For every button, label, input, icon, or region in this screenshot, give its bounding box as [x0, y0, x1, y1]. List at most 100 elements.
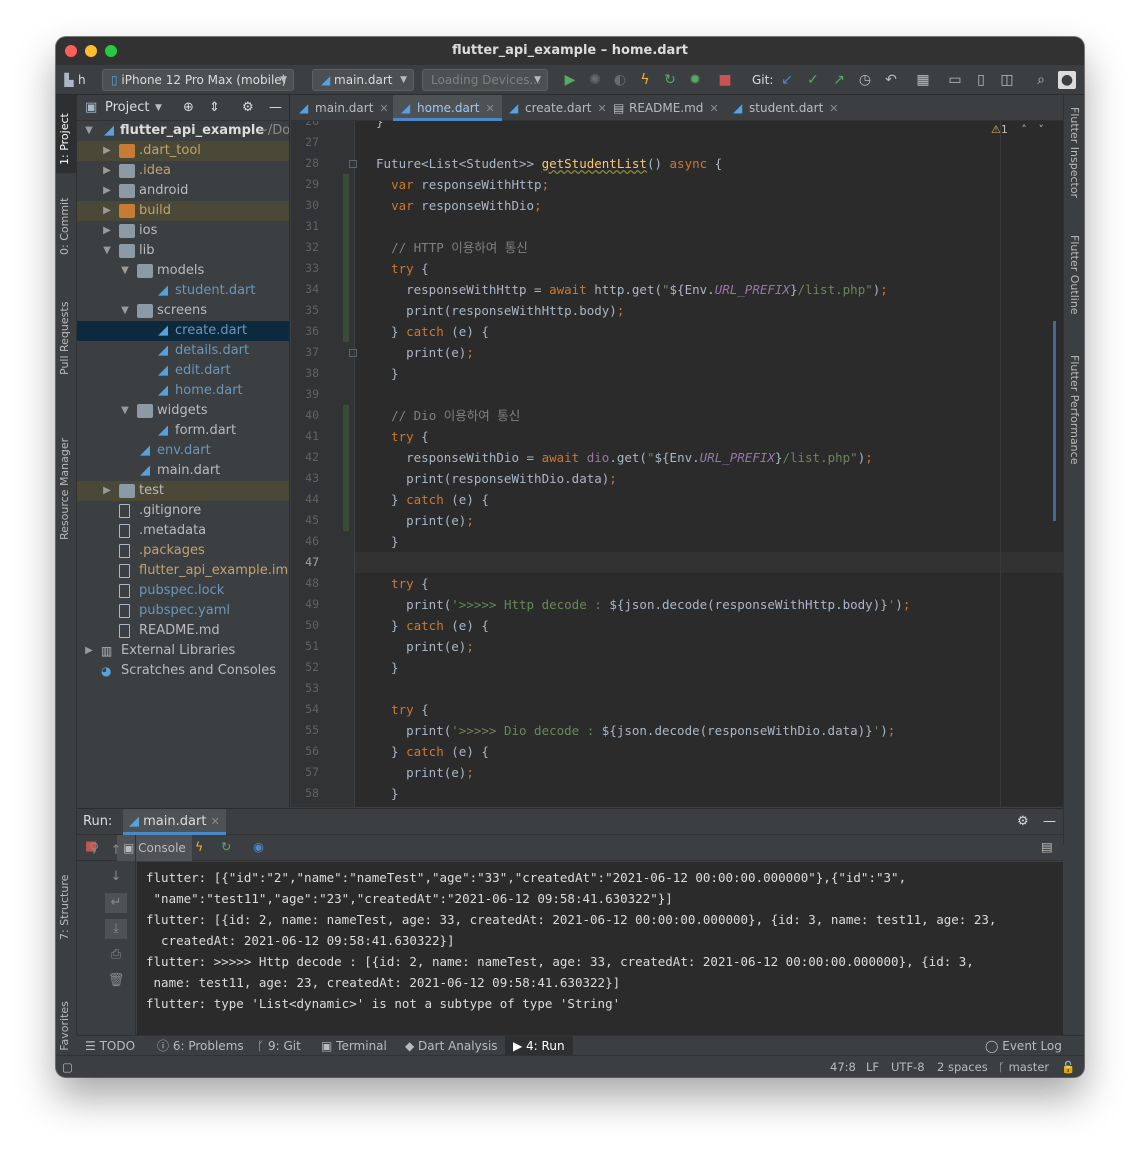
gear-icon[interactable]: ⚙ [242, 95, 254, 121]
stripe-flutter-performance[interactable]: Flutter Performance [1068, 355, 1081, 464]
editor-tab[interactable]: ▤ README.md ✕ [605, 95, 726, 121]
code-line[interactable]: try { [376, 699, 1056, 720]
file-encoding[interactable]: UTF-8 [891, 1056, 925, 1077]
code-line[interactable] [376, 216, 1056, 237]
code-line[interactable]: Future<List<Student>> getStudentList() a… [376, 153, 1056, 174]
minimize-window-button[interactable] [85, 45, 97, 57]
tree-item[interactable]: ▼ models [77, 261, 289, 281]
chevron-down-icon[interactable]: ▼ [119, 261, 131, 281]
code-line[interactable]: print(e); [376, 762, 1056, 783]
tree-item[interactable]: ▶ .idea [77, 161, 289, 181]
close-window-button[interactable] [65, 45, 77, 57]
tree-item[interactable]: ◢ edit.dart [77, 361, 289, 381]
print-icon[interactable]: ⎙ [105, 945, 127, 965]
code-line[interactable]: // Dio 이용하여 통신 [376, 405, 1056, 426]
tree-item[interactable]: README.md [77, 621, 289, 641]
fold-marker-icon[interactable] [349, 349, 357, 357]
editor-tab[interactable]: ◢ home.dart ✕ [393, 95, 503, 121]
code-line[interactable]: try { [376, 426, 1056, 447]
code-editor[interactable]: 26 27 28 29 30 31 32 33 34 35 36 37 38 39 40 41 42 43 44 45… [291, 121, 1063, 807]
close-icon[interactable]: ✕ [211, 815, 220, 828]
close-icon[interactable]: ✕ [829, 102, 838, 115]
editor-tab[interactable]: ◢ main.dart ✕ [291, 95, 396, 121]
code-line[interactable]: print(e); [376, 510, 1056, 531]
project-structure-icon[interactable]: ▦ [914, 71, 932, 89]
tree-item[interactable]: pubspec.lock [77, 581, 289, 601]
stripe-structure[interactable]: 7: Structure [58, 875, 71, 940]
pin-icon[interactable]: ⚲ [83, 839, 105, 859]
scroll-to-end-icon[interactable]: ⤓ [105, 919, 127, 939]
code-line[interactable]: } catch (e) { [376, 615, 1056, 636]
close-icon[interactable]: ✕ [709, 102, 718, 115]
stripe-pull-requests[interactable]: Pull Requests [58, 302, 71, 375]
tree-root[interactable]: ▼ ◢ flutter_api_example ~/Doc [77, 121, 289, 141]
search-icon[interactable]: ⌕ [1032, 71, 1050, 89]
lock-icon[interactable]: 🔓 [1061, 1056, 1075, 1077]
code-line[interactable]: try { [376, 573, 1056, 594]
code-line[interactable]: responseWithDio = await dio.get("${Env.U… [376, 447, 1056, 468]
tool-window-button[interactable]: ᚴ 9: Git [257, 1036, 301, 1056]
rollback-icon[interactable]: ↶ [882, 71, 900, 89]
code-line[interactable]: } [376, 657, 1056, 678]
device-manager-icon[interactable]: ◫ [998, 71, 1016, 89]
stripe-project[interactable]: 1: Project [58, 113, 71, 165]
tool-window-button[interactable]: ⓘ 6: Problems [157, 1036, 244, 1056]
code-line[interactable]: print(e); [376, 342, 1056, 363]
git-push-icon[interactable]: ↗ [830, 71, 848, 89]
tree-item[interactable]: ▶ test [77, 481, 289, 501]
git-branch[interactable]: ᚴ master [998, 1056, 1049, 1077]
run-config-selector[interactable]: ◢ main.dart ▼ [312, 69, 414, 91]
avatar-icon[interactable]: ● [1058, 71, 1076, 89]
hide-icon[interactable]: — [1043, 809, 1056, 835]
tree-item[interactable]: ▶ .dart_tool [77, 141, 289, 161]
vcs-change-marker[interactable] [343, 405, 349, 531]
attach-debugger-icon[interactable]: ✹ [686, 71, 704, 89]
tool-window-button[interactable]: ▣ Terminal [321, 1036, 387, 1056]
code-line[interactable] [376, 384, 1056, 405]
tree-item[interactable]: ◕ Scratches and Consoles [77, 661, 289, 681]
project-view-label[interactable]: Project [105, 95, 149, 121]
project-icon[interactable]: ▙ [60, 71, 78, 89]
line-separator[interactable]: LF [866, 1056, 879, 1077]
tree-item[interactable]: ◢ main.dart [77, 461, 289, 481]
code-line[interactable]: var responseWithDio; [376, 195, 1056, 216]
tree-item[interactable]: .gitignore [77, 501, 289, 521]
avd-manager-icon[interactable]: ▯ [972, 71, 990, 89]
code-line[interactable]: } catch (e) { [376, 489, 1056, 510]
code-line[interactable]: // HTTP 이용하여 통신 [376, 237, 1056, 258]
locate-icon[interactable]: ⊕ [183, 95, 194, 121]
devtools-icon[interactable]: ◉ [253, 839, 264, 854]
hide-icon[interactable]: — [269, 95, 282, 121]
hot-reload-icon[interactable]: ϟ [195, 839, 203, 854]
tree-item[interactable]: ◢ details.dart [77, 341, 289, 361]
tree-item[interactable]: ◢ student.dart [77, 281, 289, 301]
tool-window-button[interactable]: ▶ 4: Run [505, 1036, 573, 1056]
tree-item[interactable]: ▶ ios [77, 221, 289, 241]
event-log-button[interactable]: ◯ Event Log [985, 1036, 1062, 1056]
run-icon[interactable]: ▶ [561, 71, 579, 89]
chevron-down-icon[interactable]: ▼ [119, 301, 131, 321]
down-arrow-icon[interactable]: ↓ [105, 867, 127, 887]
code-line[interactable]: } [376, 121, 1056, 132]
tree-item[interactable]: ▶ ▥ External Libraries [77, 641, 289, 661]
tree-item[interactable]: ▶ android [77, 181, 289, 201]
vcs-change-marker[interactable] [343, 174, 349, 342]
tree-item[interactable]: .metadata [77, 521, 289, 541]
tree-item[interactable]: .packages [77, 541, 289, 561]
up-arrow-icon[interactable]: ↑ [105, 841, 127, 861]
sdk-manager-icon[interactable]: ▭ [946, 71, 964, 89]
tool-window-button[interactable]: ◆ Dart Analysis [405, 1036, 498, 1056]
chevron-right-icon[interactable]: ▶ [101, 201, 113, 221]
toggle-tool-windows-icon[interactable]: ▢ [62, 1056, 73, 1077]
trash-icon[interactable]: 🗑 [105, 971, 127, 991]
collapse-all-icon[interactable]: ⇕ [209, 95, 220, 121]
chevron-right-icon[interactable]: ▶ [101, 181, 113, 201]
code-line[interactable]: print(responseWithDio.data); [376, 468, 1056, 489]
code-line[interactable] [376, 552, 1056, 573]
stripe-commit[interactable]: 0: Commit [58, 198, 71, 255]
code-line[interactable]: } catch (e) { [376, 741, 1056, 762]
indent-setting[interactable]: 2 spaces [937, 1056, 988, 1077]
chevron-down-icon[interactable]: ▼ [101, 241, 113, 261]
tree-item[interactable]: flutter_api_example.iml [77, 561, 289, 581]
tree-item[interactable]: ◢ env.dart [77, 441, 289, 461]
